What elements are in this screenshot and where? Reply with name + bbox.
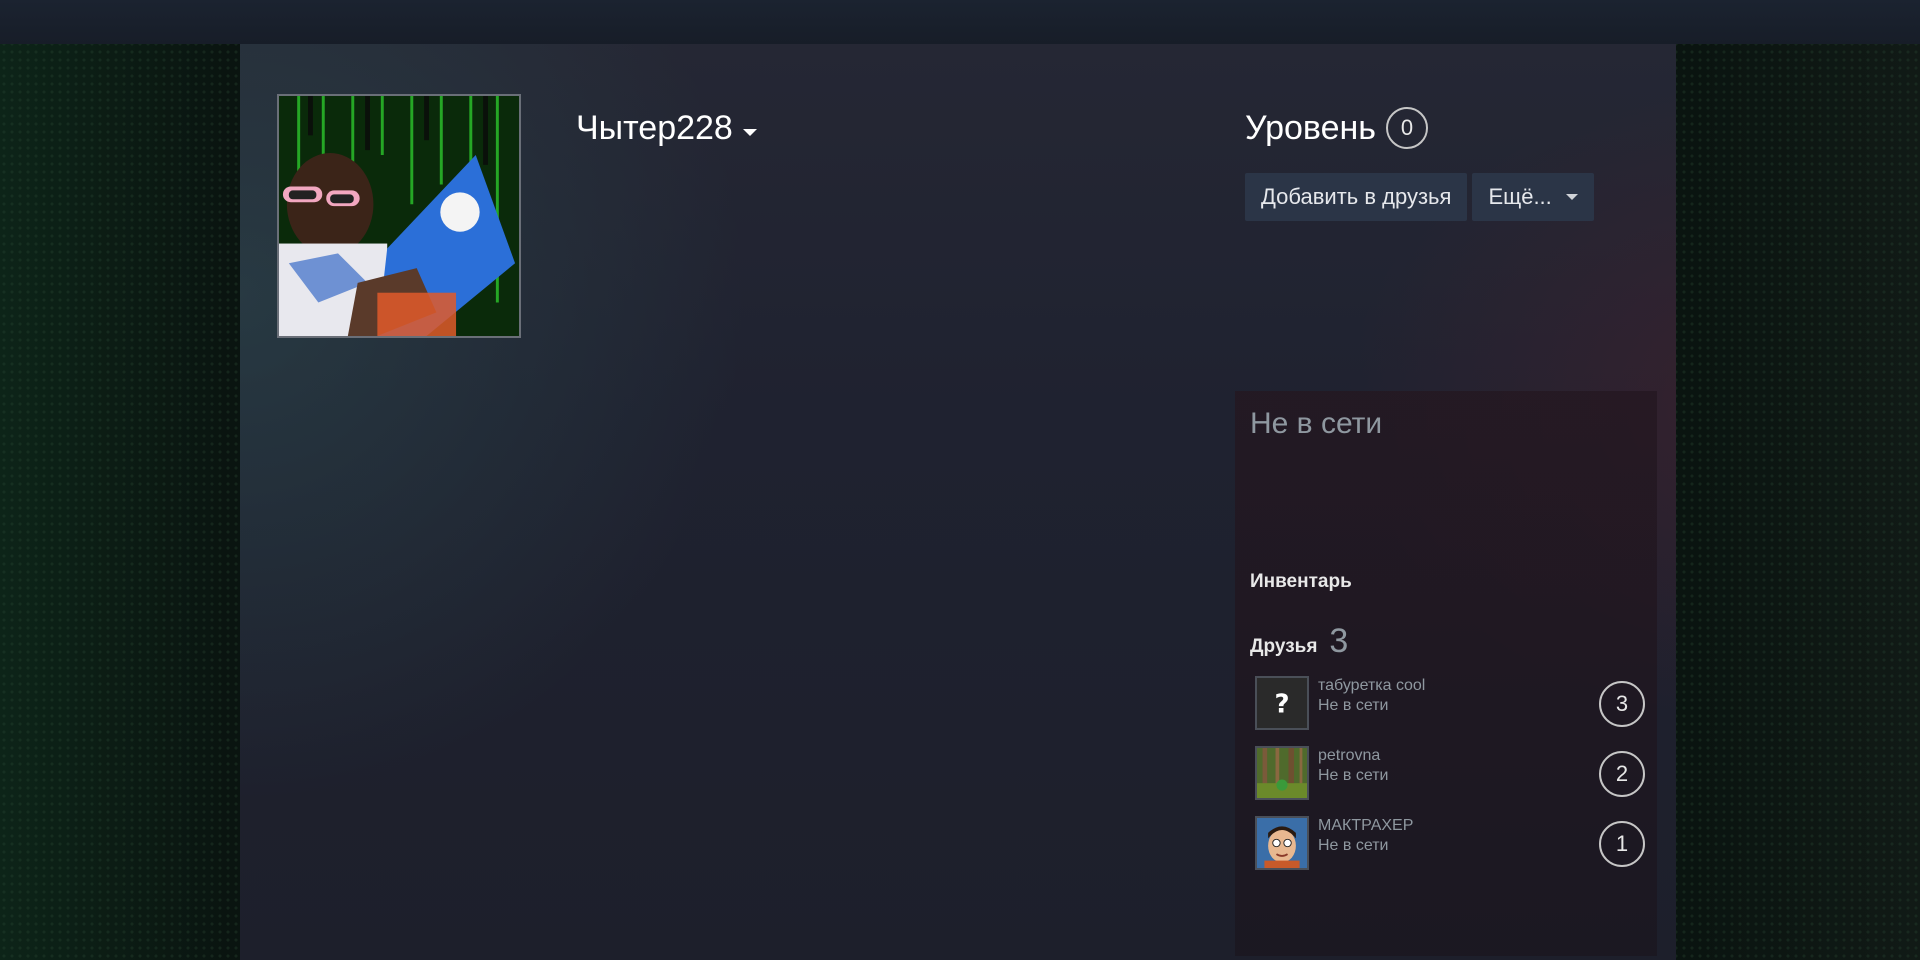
add-friend-button[interactable]: Добавить в друзья [1245, 173, 1468, 221]
profile-actions: Добавить в друзья Ещё... [1245, 173, 1594, 221]
chevron-down-icon [742, 128, 757, 136]
friend-avatar[interactable]: ? [1255, 676, 1309, 730]
friend-row[interactable]: МАКТРАХЕР Не в сети 1 [1255, 816, 1645, 872]
profile-right-column: Не в сети Инвентарь Друзья 3 ? табуретка… [1235, 391, 1657, 956]
friends-label: Друзья [1250, 636, 1318, 657]
question-mark-icon: ? [1257, 678, 1307, 728]
friend-level-badge: 3 [1599, 681, 1645, 727]
profile-avatar[interactable] [277, 94, 521, 338]
online-status: Не в сети [1250, 407, 1383, 440]
top-navigation-bar [0, 0, 1920, 44]
face-avatar [1257, 818, 1307, 868]
friend-level-badge: 2 [1599, 751, 1645, 797]
friend-row[interactable]: ? табуретка cool Не в сети 3 [1255, 676, 1645, 732]
friends-count: 3 [1329, 622, 1349, 660]
add-friend-label: Добавить в друзья [1261, 184, 1452, 209]
profile-avatar-image [279, 96, 519, 336]
inventory-link[interactable]: Инвентарь [1250, 571, 1352, 593]
friends-header[interactable]: Друзья 3 [1250, 622, 1348, 661]
friend-name[interactable]: МАКТРАХЕР [1318, 817, 1413, 835]
friend-level-badge: 1 [1599, 821, 1645, 867]
forest-avatar [1257, 748, 1307, 798]
friend-avatar[interactable] [1255, 746, 1309, 800]
friend-status: Не в сети [1318, 697, 1389, 714]
friend-avatar[interactable] [1255, 816, 1309, 870]
more-actions-button[interactable]: Ещё... [1472, 173, 1594, 221]
level-label: Уровень [1245, 109, 1376, 147]
profile-page: Чытер228 Уровень 0 Добавить в друзья Ещё… [240, 44, 1676, 960]
friend-name[interactable]: petrovna [1318, 747, 1380, 765]
friend-row[interactable]: petrovna Не в сети 2 [1255, 746, 1645, 802]
level-badge[interactable]: 0 [1385, 107, 1428, 149]
friend-status: Не в сети [1318, 767, 1389, 784]
svg-text:?: ? [1274, 689, 1289, 719]
friend-status: Не в сети [1318, 837, 1389, 854]
friend-name[interactable]: табуретка cool [1318, 677, 1425, 695]
persona-name-dropdown[interactable]: Чытер228 [576, 104, 757, 152]
profile-level: Уровень 0 [1245, 104, 1428, 152]
persona-name: Чытер228 [576, 109, 733, 147]
more-actions-label: Ещё... [1488, 184, 1552, 209]
chevron-down-icon [1565, 194, 1578, 200]
